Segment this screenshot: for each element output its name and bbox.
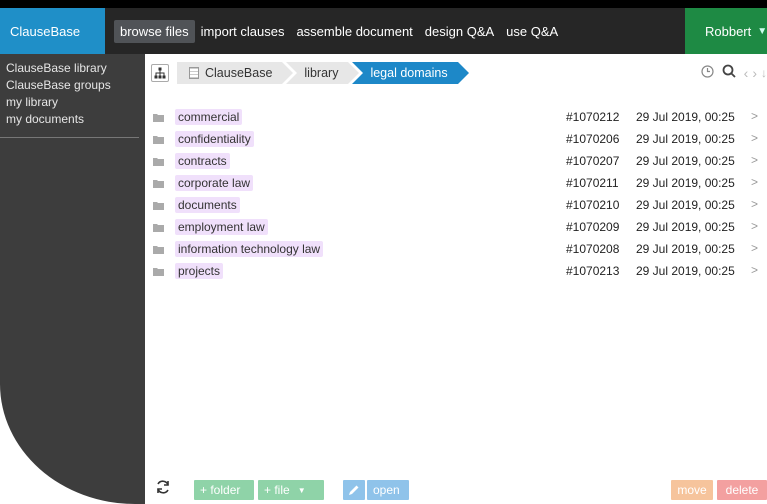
user-menu-button[interactable]: Robbert ▼ xyxy=(685,8,767,54)
file-date: 29 Jul 2019, 00:25 xyxy=(636,198,735,212)
sort-icon[interactable]: ↓ xyxy=(761,66,767,80)
file-id: #1070206 xyxy=(566,132,620,146)
folder-icon xyxy=(153,246,164,254)
nav-import-clauses[interactable]: import clauses xyxy=(195,20,291,43)
file-name[interactable]: corporate law xyxy=(175,175,254,191)
sidebar-item-my-library[interactable]: my library xyxy=(6,94,139,111)
sidebar-list: ClauseBase library ClauseBase groups my … xyxy=(0,54,139,138)
chevron-down-icon: ▼ xyxy=(757,25,767,37)
sidebar-item-my-documents[interactable]: my documents xyxy=(6,111,139,128)
chevron-right-icon[interactable]: > xyxy=(751,175,758,189)
file-list: commercial #1070212 29 Jul 2019, 00:25 >… xyxy=(145,107,767,283)
file-date: 29 Jul 2019, 00:25 xyxy=(636,132,735,146)
chevron-right-icon[interactable]: > xyxy=(751,263,758,277)
file-date: 29 Jul 2019, 00:25 xyxy=(636,220,735,234)
file-name[interactable]: documents xyxy=(175,197,240,213)
breadcrumb: ClauseBase library legal domains xyxy=(151,62,469,84)
move-button[interactable]: move xyxy=(671,480,713,500)
chevron-down-icon: ▼ xyxy=(297,485,306,495)
nav-use-qa[interactable]: use Q&A xyxy=(500,20,564,43)
file-id: #1070210 xyxy=(566,198,620,212)
file-name[interactable]: information technology law xyxy=(175,241,324,257)
file-row[interactable]: commercial #1070212 29 Jul 2019, 00:25 > xyxy=(145,107,767,129)
nav-browse-files[interactable]: browse files xyxy=(114,19,195,43)
file-id: #1070213 xyxy=(566,264,620,278)
file-row[interactable]: confidentiality #1070206 29 Jul 2019, 00… xyxy=(145,129,767,151)
file-id: #1070208 xyxy=(566,242,620,256)
folder-icon xyxy=(153,268,164,276)
sidebar-item-clausebase-library[interactable]: ClauseBase library xyxy=(6,60,139,77)
folder-icon xyxy=(153,224,164,232)
breadcrumb-clausebase[interactable]: ClauseBase xyxy=(177,62,294,84)
brand-button[interactable]: ClauseBase xyxy=(0,8,105,54)
open-button[interactable]: open xyxy=(367,480,409,500)
add-file-button[interactable]: + file ▼ xyxy=(258,480,324,500)
file-row[interactable]: projects #1070213 29 Jul 2019, 00:25 > xyxy=(145,261,767,283)
user-name: Robbert xyxy=(705,23,752,39)
search-icon[interactable] xyxy=(722,64,736,81)
file-date: 29 Jul 2019, 00:25 xyxy=(636,176,735,190)
hierarchy-icon[interactable] xyxy=(151,64,169,82)
nav-design-qa[interactable]: design Q&A xyxy=(419,20,500,43)
chevron-right-icon[interactable]: > xyxy=(751,241,758,255)
file-row[interactable]: contracts #1070207 29 Jul 2019, 00:25 > xyxy=(145,151,767,173)
toolbar-icons: ‹ › ↓ xyxy=(693,64,767,81)
file-name[interactable]: confidentiality xyxy=(175,131,254,147)
folder-icon xyxy=(153,136,164,144)
file-row[interactable]: information technology law #1070208 29 J… xyxy=(145,239,767,261)
file-browser: ClauseBase library legal domains ‹ › ↓ c… xyxy=(145,54,767,504)
chevron-right-icon[interactable]: > xyxy=(751,131,758,145)
history-icon[interactable] xyxy=(701,64,714,81)
chevron-right-icon[interactable]: > xyxy=(751,153,758,167)
edit-pencil-icon[interactable] xyxy=(343,480,365,500)
folder-icon xyxy=(153,114,164,122)
sidebar: ClauseBase library ClauseBase groups my … xyxy=(0,54,145,504)
breadcrumb-library[interactable]: library xyxy=(286,62,360,84)
file-id: #1070212 xyxy=(566,110,620,124)
file-id: #1070207 xyxy=(566,154,620,168)
file-name[interactable]: contracts xyxy=(175,153,230,169)
breadcrumb-label: library xyxy=(304,66,339,80)
delete-button[interactable]: delete xyxy=(717,480,767,500)
file-row[interactable]: employment law #1070209 29 Jul 2019, 00:… xyxy=(145,217,767,239)
breadcrumb-legal-domains[interactable]: legal domains xyxy=(352,62,469,84)
file-date: 29 Jul 2019, 00:25 xyxy=(636,242,735,256)
file-row[interactable]: corporate law #1070211 29 Jul 2019, 00:2… xyxy=(145,173,767,195)
file-date: 29 Jul 2019, 00:25 xyxy=(636,154,735,168)
app-window: ClauseBase browse files import clauses a… xyxy=(0,8,767,504)
folder-icon xyxy=(153,202,164,210)
file-row[interactable]: documents #1070210 29 Jul 2019, 00:25 > xyxy=(145,195,767,217)
breadcrumb-label: ClauseBase xyxy=(205,66,273,80)
file-date: 29 Jul 2019, 00:25 xyxy=(636,110,735,124)
breadcrumb-label: legal domains xyxy=(370,66,448,80)
sidebar-item-clausebase-groups[interactable]: ClauseBase groups xyxy=(6,77,139,94)
file-id: #1070211 xyxy=(566,176,619,190)
chevron-right-icon[interactable]: > xyxy=(751,109,758,123)
add-file-label: + file xyxy=(264,483,290,497)
file-date: 29 Jul 2019, 00:25 xyxy=(636,264,735,278)
folder-icon xyxy=(153,158,164,166)
main-nav: browse files import clauses assemble doc… xyxy=(114,8,564,54)
top-bar: ClauseBase browse files import clauses a… xyxy=(0,8,767,54)
refresh-icon[interactable] xyxy=(155,479,171,500)
file-name[interactable]: projects xyxy=(175,263,224,279)
action-bar: + folder + file ▼ open move delete xyxy=(145,474,767,504)
file-name[interactable]: employment law xyxy=(175,219,268,235)
chevron-right-icon[interactable]: > xyxy=(751,219,758,233)
nav-assemble-document[interactable]: assemble document xyxy=(290,20,418,43)
building-icon xyxy=(189,67,199,79)
folder-icon xyxy=(153,180,164,188)
chevron-left-icon[interactable]: ‹ xyxy=(744,65,749,81)
file-id: #1070209 xyxy=(566,220,620,234)
file-name[interactable]: commercial xyxy=(175,109,243,125)
chevron-right-icon[interactable]: > xyxy=(751,197,758,211)
add-folder-button[interactable]: + folder xyxy=(194,480,254,500)
chevron-right-icon[interactable]: › xyxy=(752,65,757,81)
